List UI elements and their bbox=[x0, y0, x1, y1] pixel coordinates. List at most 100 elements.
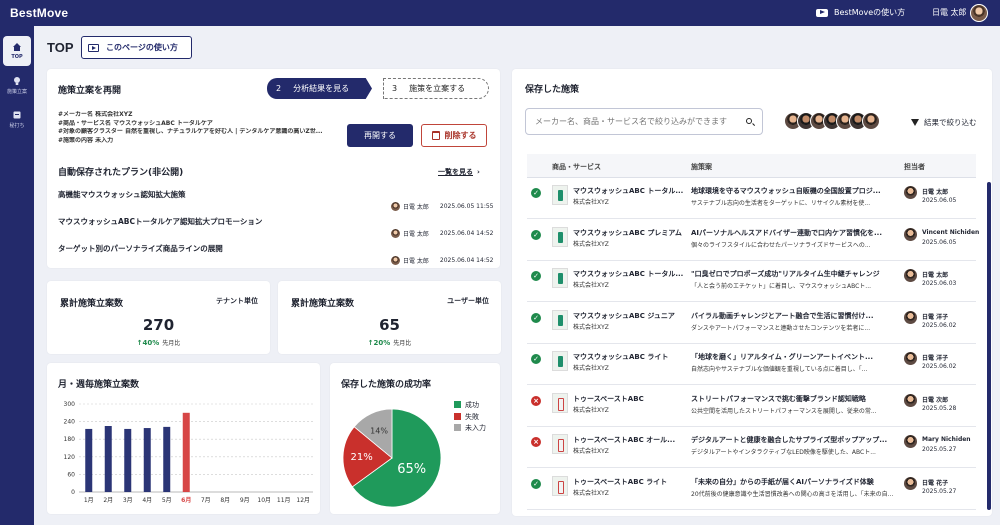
resume-button[interactable]: 再開する bbox=[347, 124, 413, 147]
table-row[interactable]: ✓ マウスウォッシュABC トータル... 株式会社XYZ "口臭ゼロでプロポーズ成功… bbox=[527, 261, 976, 302]
legend-label: 未入力 bbox=[465, 424, 486, 432]
bar[interactable] bbox=[104, 426, 112, 492]
table-row[interactable]: ✓ マウスウォッシュABC プレミアム 株式会社XYZ AIパーソナルヘルスアドバイザ… bbox=[527, 220, 979, 261]
measure-title: 「地球を磨く」リアルタイム・グリーンアートイベント... bbox=[691, 353, 873, 361]
legend-fail: 失敗 bbox=[454, 412, 486, 424]
filter-button[interactable]: 結果で絞り込む bbox=[911, 117, 977, 128]
change-label: 先月比 bbox=[162, 340, 181, 347]
lightbulb-icon bbox=[14, 76, 20, 85]
measure-description: 個々のライフスタイルに合わせたパーソナライズドサービスへの... bbox=[691, 241, 871, 249]
sidebar-item-planning[interactable]: 施策立案 bbox=[3, 70, 31, 100]
owner-date: 2025.05.27 bbox=[922, 446, 957, 453]
bar[interactable] bbox=[85, 428, 93, 492]
video-icon bbox=[88, 43, 99, 52]
step-plan[interactable]: 3 施策を立案する bbox=[383, 78, 489, 99]
product-name: マウスウォッシュABC ライト bbox=[573, 353, 669, 361]
stat-unit: ユーザー単位 bbox=[447, 297, 489, 305]
product-thumbnail bbox=[552, 185, 568, 205]
search-icon[interactable] bbox=[746, 118, 752, 124]
measure-description: サステナブル志向の生活者をターゲットに、リサイクル素材を使... bbox=[691, 200, 871, 207]
search-input[interactable] bbox=[535, 117, 735, 126]
stat-title: 累計施策立案数 bbox=[60, 299, 124, 309]
measure-title: 「未来の自分」からの手紙が届くAIパーソナライズド体験 bbox=[691, 477, 874, 486]
stat-change: ↑40% 先月比 bbox=[47, 338, 270, 347]
company-name: 株式会社XYZ bbox=[573, 448, 609, 455]
legend-swatch bbox=[454, 401, 461, 408]
avatar bbox=[904, 476, 917, 490]
table-row[interactable]: ✓ トゥースペーストABC ライト 株式会社XYZ 「未来の自分」からの手紙が届くAI… bbox=[527, 469, 976, 510]
owner-date: 2025.06.05 bbox=[922, 197, 957, 204]
table-row[interactable]: × トゥースペーストABC 株式会社XYZ ストリートパフォーマンスで挑む衝撃ブランド… bbox=[527, 386, 976, 427]
table-header: 商品・サービス 施策案 担当者 bbox=[527, 154, 976, 178]
step-analysis[interactable]: 2 分析結果を見る bbox=[267, 78, 372, 99]
product-name: トゥースペーストABC オール... bbox=[573, 436, 676, 444]
pie-label: 14% bbox=[370, 427, 388, 436]
x-circle-icon: × bbox=[531, 395, 541, 406]
user-avatar[interactable] bbox=[970, 4, 988, 22]
product-name: マウスウォッシュABC トータル... bbox=[573, 187, 684, 195]
avatar-group[interactable] bbox=[784, 112, 880, 130]
check-circle-icon: ✓ bbox=[531, 478, 541, 489]
step-label: 施策を立案する bbox=[409, 84, 466, 93]
autosave-title: 自動保存されたプラン(非公開) bbox=[58, 168, 184, 178]
sidebar-item-top[interactable]: TOP bbox=[3, 36, 31, 66]
autosave-plan[interactable]: マウスウォッシュABCトータルケア認知拡大プロモーション 日電 太郎 2025.… bbox=[58, 216, 493, 243]
check-circle-icon: ✓ bbox=[531, 188, 541, 198]
owner-name: 日電 太郎 bbox=[922, 272, 949, 279]
y-tick-label: 300 bbox=[64, 401, 76, 408]
y-tick-label: 240 bbox=[64, 419, 76, 426]
bar[interactable] bbox=[182, 412, 190, 492]
column-owner[interactable]: 担当者 bbox=[904, 162, 925, 172]
sidebar-item-label: 施策立案 bbox=[6, 88, 27, 95]
company-name: 株式会社XYZ bbox=[573, 282, 609, 289]
bar[interactable] bbox=[163, 426, 171, 492]
avatar bbox=[391, 202, 400, 211]
table-row[interactable]: × トゥースペーストABC オール... 株式会社XYZ デジタルアートと健康を融合し… bbox=[527, 427, 976, 468]
howto-button[interactable]: このページの使い方 bbox=[81, 36, 192, 59]
table-row[interactable]: ✓ マウスウォッシュABC ジュニア 株式会社XYZ バイラル動画チャレンジとアート融… bbox=[527, 303, 976, 344]
plan-date: 2025.06.04 14:52 bbox=[439, 230, 494, 237]
avatar[interactable] bbox=[862, 112, 880, 130]
bar[interactable] bbox=[124, 428, 132, 492]
legend-success: 成功 bbox=[454, 400, 486, 412]
autosave-plan[interactable]: 高機能マウスウォッシュ認知拡大施策 日電 太郎 2025.06.05 11:55 bbox=[58, 189, 493, 216]
resume-title: 施策立案を再開 bbox=[58, 86, 122, 96]
x-tick-label: 6月 bbox=[181, 496, 191, 504]
step-number: 2 bbox=[276, 84, 282, 93]
y-tick-label: 0 bbox=[71, 489, 75, 496]
search-box[interactable] bbox=[525, 108, 763, 135]
guide-link[interactable]: BestMoveの使い方 bbox=[816, 7, 905, 18]
scrollbar[interactable] bbox=[987, 182, 991, 510]
avatar bbox=[904, 186, 917, 199]
pie-legend: 成功 失敗 未入力 bbox=[454, 400, 486, 435]
detail-maker: #メーカー名 株式会社XYZ bbox=[58, 111, 133, 118]
bar[interactable] bbox=[143, 428, 151, 492]
company-name: 株式会社XYZ bbox=[573, 240, 609, 248]
column-measure[interactable]: 施策案 bbox=[691, 162, 712, 172]
company-name: 株式会社XYZ bbox=[573, 489, 609, 497]
see-all-link[interactable]: 一覧を見る › bbox=[438, 167, 480, 177]
y-tick-label: 120 bbox=[64, 454, 76, 461]
owner-name: 日電 次郎 bbox=[922, 396, 949, 404]
company-name: 株式会社XYZ bbox=[573, 406, 609, 414]
delete-button[interactable]: 削除する bbox=[421, 124, 487, 147]
home-icon bbox=[13, 43, 21, 51]
column-product[interactable]: 商品・サービス bbox=[552, 162, 601, 172]
sidebar-item-clipboard[interactable]: 秘打ち bbox=[3, 104, 31, 134]
change-value: ↑20% bbox=[367, 339, 391, 347]
change-label: 先月比 bbox=[393, 340, 412, 347]
plan-meta: 日電 太郎 2025.06.04 14:52 bbox=[391, 229, 493, 238]
x-tick-label: 4月 bbox=[142, 497, 152, 504]
x-tick-label: 2月 bbox=[103, 497, 113, 504]
measure-title: "口臭ゼロでプロポーズ成功"リアルタイム生中継チャレンジ bbox=[691, 270, 880, 278]
app-logo[interactable]: BestMove bbox=[10, 6, 68, 20]
autosave-plan[interactable]: ターゲット別のパーソナライズ商品ラインの展開 日電 太郎 2025.06.04 … bbox=[58, 243, 493, 270]
table-row[interactable]: ✓ マウスウォッシュABC ライト 株式会社XYZ 「地球を磨く」リアルタイム・グリー… bbox=[527, 344, 976, 385]
filter-icon bbox=[911, 119, 919, 126]
x-circle-icon: × bbox=[531, 437, 541, 447]
trash-icon bbox=[431, 131, 440, 140]
avatar bbox=[904, 393, 917, 407]
user-name[interactable]: 日電 太郎 bbox=[932, 7, 967, 18]
saved-title: 保存した施策 bbox=[525, 85, 580, 95]
table-row[interactable]: ✓ マウスウォッシュABC トータル... 株式会社XYZ 地球環境を守るマウスウォッ… bbox=[527, 178, 976, 219]
